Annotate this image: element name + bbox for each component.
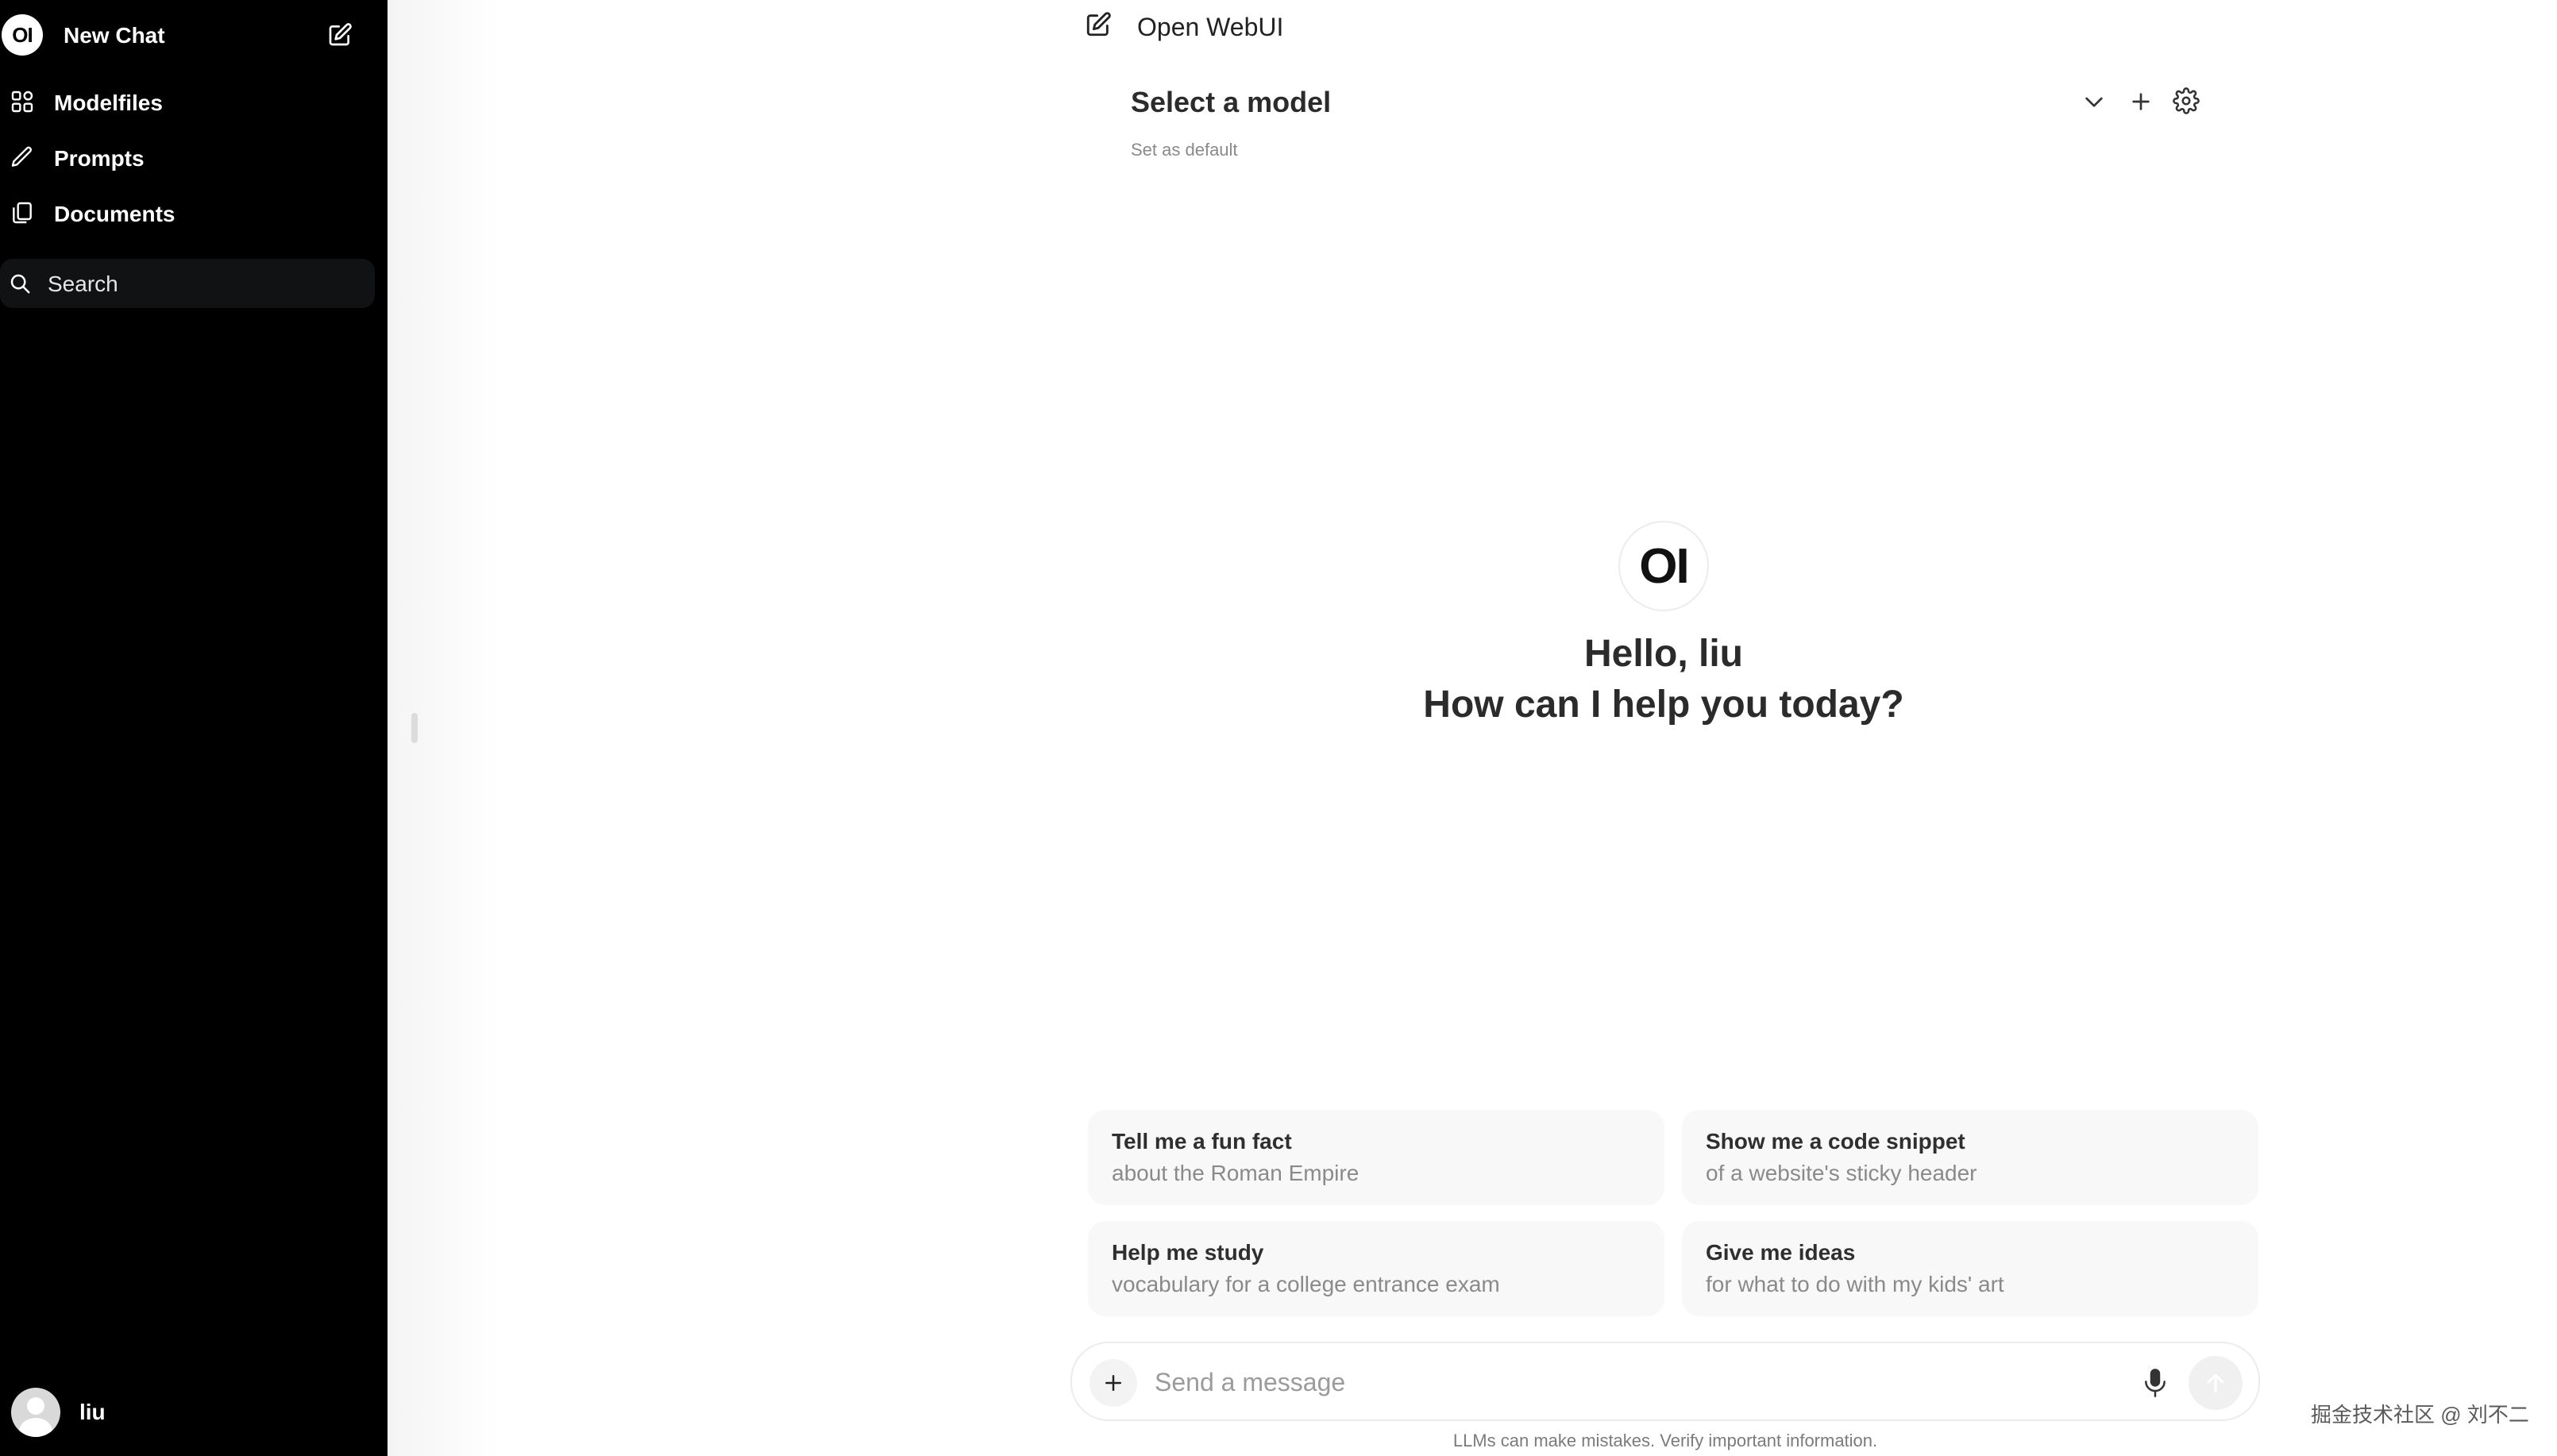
message-composer xyxy=(1070,1342,2260,1421)
sidebar-item-prompts[interactable]: Prompts xyxy=(0,135,375,179)
documents-icon xyxy=(13,202,32,224)
user-menu-button[interactable]: liu xyxy=(11,1388,106,1437)
sidebar-item-label: Prompts xyxy=(54,146,145,171)
greeting-text: Hello, liu xyxy=(1583,633,1743,675)
avatar xyxy=(11,1388,60,1437)
gear-icon[interactable] xyxy=(2173,87,2200,114)
pencil-icon xyxy=(11,146,33,167)
message-input[interactable] xyxy=(1155,1362,2092,1402)
suggestion-subtitle: about the Roman Empire xyxy=(1112,1161,1359,1185)
new-chat-label: New Chat xyxy=(64,23,165,48)
search-icon xyxy=(10,274,30,294)
welcome-logo: OI xyxy=(1618,521,1709,611)
suggestion-card[interactable]: Show me a code snippet of a website's st… xyxy=(1682,1110,2258,1205)
add-model-icon[interactable] xyxy=(2128,89,2154,114)
microphone-icon[interactable] xyxy=(2139,1365,2171,1400)
plus-icon xyxy=(1105,1375,1121,1391)
grid-icon xyxy=(11,91,33,113)
sidebar-item-modelfiles[interactable]: Modelfiles xyxy=(0,79,375,124)
user-name: liu xyxy=(79,1400,106,1424)
suggestion-subtitle: of a website's sticky header xyxy=(1706,1161,1977,1185)
suggestion-title: Tell me a fun fact xyxy=(1112,1129,1292,1154)
suggestion-card[interactable]: Help me study vocabulary for a college e… xyxy=(1088,1221,1664,1316)
sidebar: OI New Chat Modelfiles Prompts Documents… xyxy=(0,0,388,1456)
suggestion-title: Give me ideas xyxy=(1706,1240,1856,1265)
sidebar-item-documents[interactable]: Documents xyxy=(0,191,375,235)
watermark: 掘金技术社区 @ 刘不二 xyxy=(2311,1403,2529,1427)
new-chat-button[interactable]: OI New Chat xyxy=(0,13,375,57)
chevron-down-icon[interactable] xyxy=(2079,89,2109,114)
suggestion-subtitle: vocabulary for a college entrance exam xyxy=(1112,1272,1500,1296)
sidebar-item-label: Modelfiles xyxy=(54,91,163,115)
search-placeholder: Search xyxy=(48,272,118,296)
sidebar-item-label: Documents xyxy=(54,202,175,226)
sidebar-edge-shadow xyxy=(388,0,499,1456)
search-input[interactable]: Search xyxy=(0,259,375,308)
disclaimer-text: LLMs can make mistakes. Verify important… xyxy=(1452,1431,1878,1450)
new-chat-icon[interactable] xyxy=(1085,11,1112,38)
arrow-up-icon xyxy=(2207,1373,2224,1392)
model-select-dropdown[interactable]: Select a model xyxy=(1131,86,1331,119)
welcome-message: Hello, liu How can I help you today? xyxy=(1278,629,2049,730)
attach-button[interactable] xyxy=(1090,1359,1137,1407)
suggestion-card[interactable]: Give me ideas for what to do with my kid… xyxy=(1682,1221,2258,1316)
app-logo: OI xyxy=(2,14,43,56)
set-default-link[interactable]: Set as default xyxy=(1131,140,1238,160)
sidebar-resize-handle[interactable] xyxy=(411,713,418,743)
suggestion-subtitle: for what to do with my kids' art xyxy=(1706,1272,2004,1296)
send-button[interactable] xyxy=(2189,1356,2243,1410)
compose-icon[interactable] xyxy=(327,22,353,48)
help-prompt-text: How can I help you today? xyxy=(1423,684,1904,726)
app-window: OI New Chat Modelfiles Prompts Documents… xyxy=(0,0,2557,1456)
app-title: Open WebUI xyxy=(1137,13,1284,41)
suggestion-title: Show me a code snippet xyxy=(1706,1129,1965,1154)
suggestion-title: Help me study xyxy=(1112,1240,1264,1265)
suggestion-card[interactable]: Tell me a fun fact about the Roman Empir… xyxy=(1088,1110,1664,1205)
